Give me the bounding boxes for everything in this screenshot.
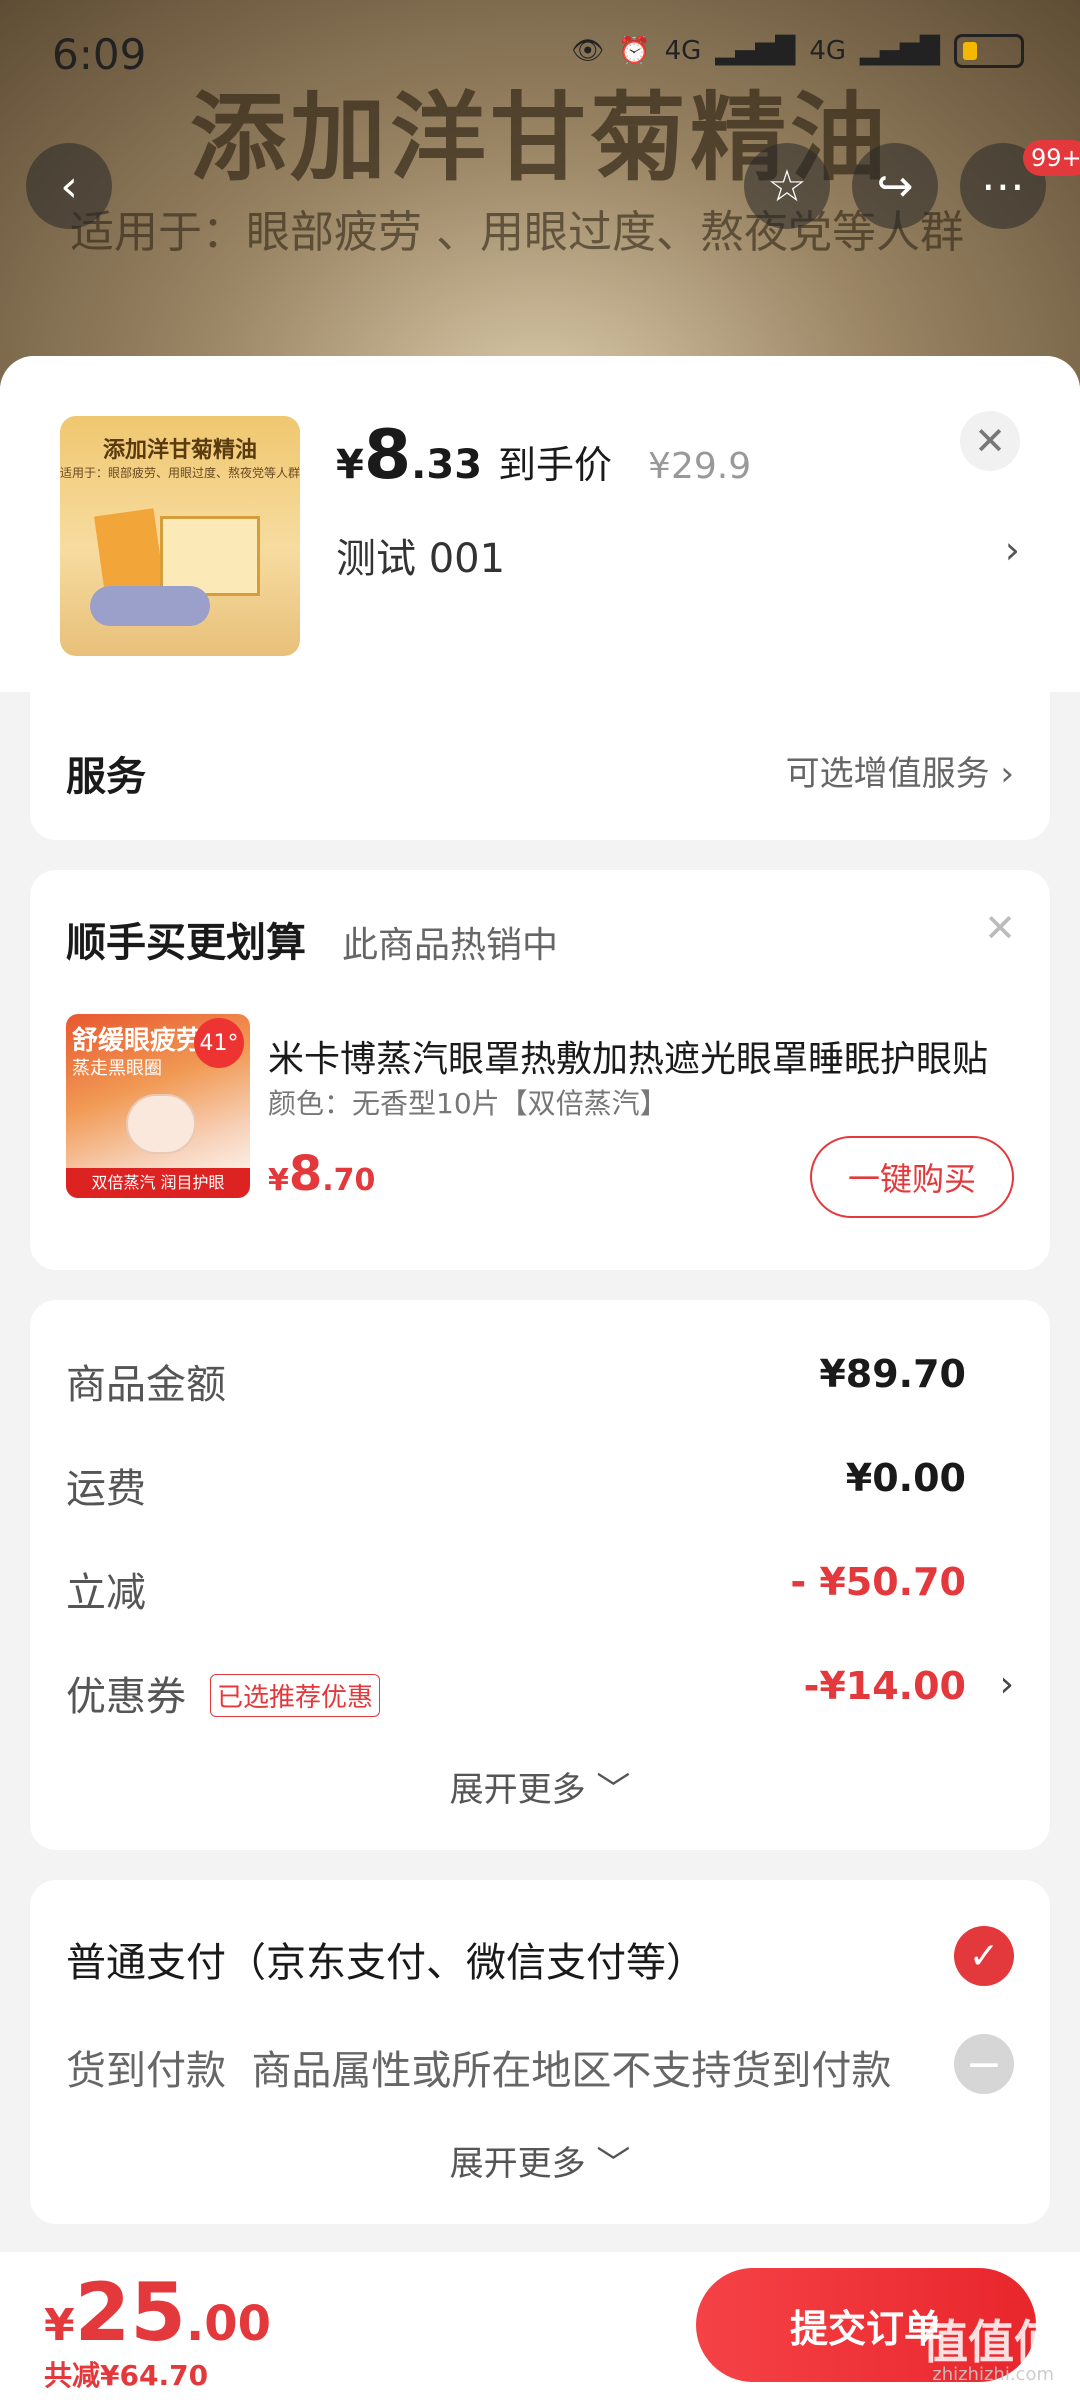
check-icon[interactable]: ✓ [954,1926,1014,1986]
chevron-right-icon: › [999,1664,1014,1705]
service-title: 服务 [66,754,146,800]
status-bar: 6:09 👁 ⏰ 4G ▂▄▆█ 4G ▂▄▆█ [0,0,1080,110]
close-icon[interactable]: ✕ [984,906,1016,950]
order-sheet: 添加洋甘菊精油 适用于：眼部疲劳、用眼过度、熬夜党等人群 ¥ 8 .33 到手价… [0,356,1080,2256]
bundle-image-temp: 41° [194,1018,244,1068]
service-row[interactable]: 服务 可选增值服务 › [30,692,1050,840]
back-icon: ‹ [60,160,78,212]
bundle-item-image[interactable]: 舒缓眼疲劳 蒸走黑眼圈 41° 双倍蒸汽 润目护眼 [66,1014,250,1198]
close-button[interactable]: ✕ [960,411,1020,471]
watermark: 值值值 [922,2315,1060,2369]
message-badge: 99+ [1023,140,1080,176]
payment-option-normal[interactable]: 普通支付（京东支付、微信支付等） [66,1930,706,1988]
product-header: 添加洋甘菊精油 适用于：眼部疲劳、用眼过度、熬夜党等人群 ¥ 8 .33 到手价… [0,356,1080,692]
share-button[interactable]: ↪ [852,143,938,229]
thumbnail-title: 添加洋甘菊精油 [102,438,257,463]
summary-label: 优惠券 [66,1674,186,1720]
service-hint: 可选增值服务 › [785,754,1014,794]
summary-row-shipping: 运费 ¥0.00 [66,1456,1014,1516]
bundle-title: 顺手买更划算 [66,920,306,966]
summary-value: ¥0.00 [845,1456,966,1500]
summary-value: - ¥50.70 [790,1560,966,1604]
watermark-url: zhizhizhi.com [932,2364,1054,2385]
signal-icon-2: ▂▄▆█ [860,36,940,66]
bundle-image-subtitle: 蒸走黑眼圈 [72,1058,162,1079]
payment-option-cod: 货到付款 商品属性或所在地区不支持货到付款 [66,2048,892,2094]
bundle-hot-label: 此商品热销中 [342,925,559,966]
summary-row-discount: 立减 - ¥50.70 [66,1560,1014,1620]
bundle-item-spec: 颜色：无香型10片【双倍蒸汽】 [268,1087,668,1120]
status-time: 6:09 [52,30,147,79]
total-price: ¥25.00 [44,2266,271,2359]
price-summary-card: 商品金额 ¥89.70 运费 ¥0.00 立减 - ¥50.70 优惠券 已选推… [30,1300,1050,1850]
product-thumbnail[interactable]: 添加洋甘菊精油 适用于：眼部疲劳、用眼过度、熬夜党等人群 [60,416,300,656]
summary-value: -¥14.00 [803,1664,966,1708]
thumbnail-package-2 [160,516,260,596]
summary-value: ¥89.70 [819,1352,966,1396]
alarm-icon: ⏰ [618,36,651,66]
summary-label: 立减 [66,1570,146,1616]
price-symbol: ¥ [336,442,364,488]
expand-more-button[interactable]: 展开更多 ﹀ [30,2136,1050,2185]
close-icon: ✕ [974,419,1006,463]
star-icon: ☆ [767,160,807,212]
selected-spec[interactable]: 测试 001 [336,526,505,584]
bundle-card: 顺手买更划算 此商品热销中 ✕ 舒缓眼疲劳 蒸走黑眼圈 41° 双倍蒸汽 润目护… [30,870,1050,1270]
original-price: ¥29.9 [648,446,752,487]
price-label: 到手价 [498,443,613,487]
disabled-icon: − [954,2034,1014,2094]
total-saved: 共减¥64.70 [44,2359,209,2392]
thumbnail-subtitle: 适用于：眼部疲劳、用眼过度、熬夜党等人群 [60,466,300,480]
coupon-tag: 已选推荐优惠 [210,1674,381,1717]
chevron-right-icon: › [1000,754,1014,794]
more-icon: ⋯ [981,160,1025,212]
summary-row-coupon[interactable]: 优惠券 已选推荐优惠 -¥14.00 › [66,1664,1014,1724]
bundle-image-face [126,1094,196,1154]
payment-card: 普通支付（京东支付、微信支付等） ✓ 货到付款 商品属性或所在地区不支持货到付款… [30,1880,1050,2224]
thumbnail-eye-mask [90,586,210,626]
bottom-bar: ¥25.00 共减¥64.70 提交订单 值值值 zhizhizhi.com [0,2252,1080,2400]
bundle-image-bar: 双倍蒸汽 润目护眼 [66,1168,250,1198]
status-icons: 👁 ⏰ 4G ▂▄▆█ 4G ▂▄▆█ [571,34,1024,68]
bundle-image-title: 舒缓眼疲劳 [72,1026,203,1056]
price-decimal: .33 [411,442,483,488]
battery-icon [954,34,1024,68]
one-click-buy-button[interactable]: 一键购买 [810,1136,1014,1218]
back-button[interactable]: ‹ [26,143,112,229]
summary-label: 运费 [66,1466,146,1512]
network-label-1: 4G [664,36,702,66]
expand-more-button[interactable]: 展开更多 ﹀ [30,1762,1050,1811]
signal-icon: ▂▄▆█ [715,36,796,66]
summary-label: 商品金额 [66,1362,226,1408]
chevron-right-icon[interactable]: › [1005,528,1020,572]
hero-subtitle: 适用于：眼部疲劳 、用眼过度、熬夜党等人群 [70,207,964,258]
network-label-2: 4G [809,36,847,66]
share-icon: ↪ [876,160,914,212]
eye-icon: 👁 [571,36,605,66]
price-integer: 8 [363,416,412,495]
bundle-item-name[interactable]: 米卡博蒸汽眼罩热敷加热遮光眼罩睡眠护眼贴 [268,1030,1038,1082]
bundle-item-price: ¥8.70 [268,1146,376,1202]
favorite-button[interactable]: ☆ [744,143,830,229]
summary-row-goods: 商品金额 ¥89.70 [66,1352,1014,1412]
price-row: ¥ 8 .33 到手价 ¥29.9 [336,416,751,495]
